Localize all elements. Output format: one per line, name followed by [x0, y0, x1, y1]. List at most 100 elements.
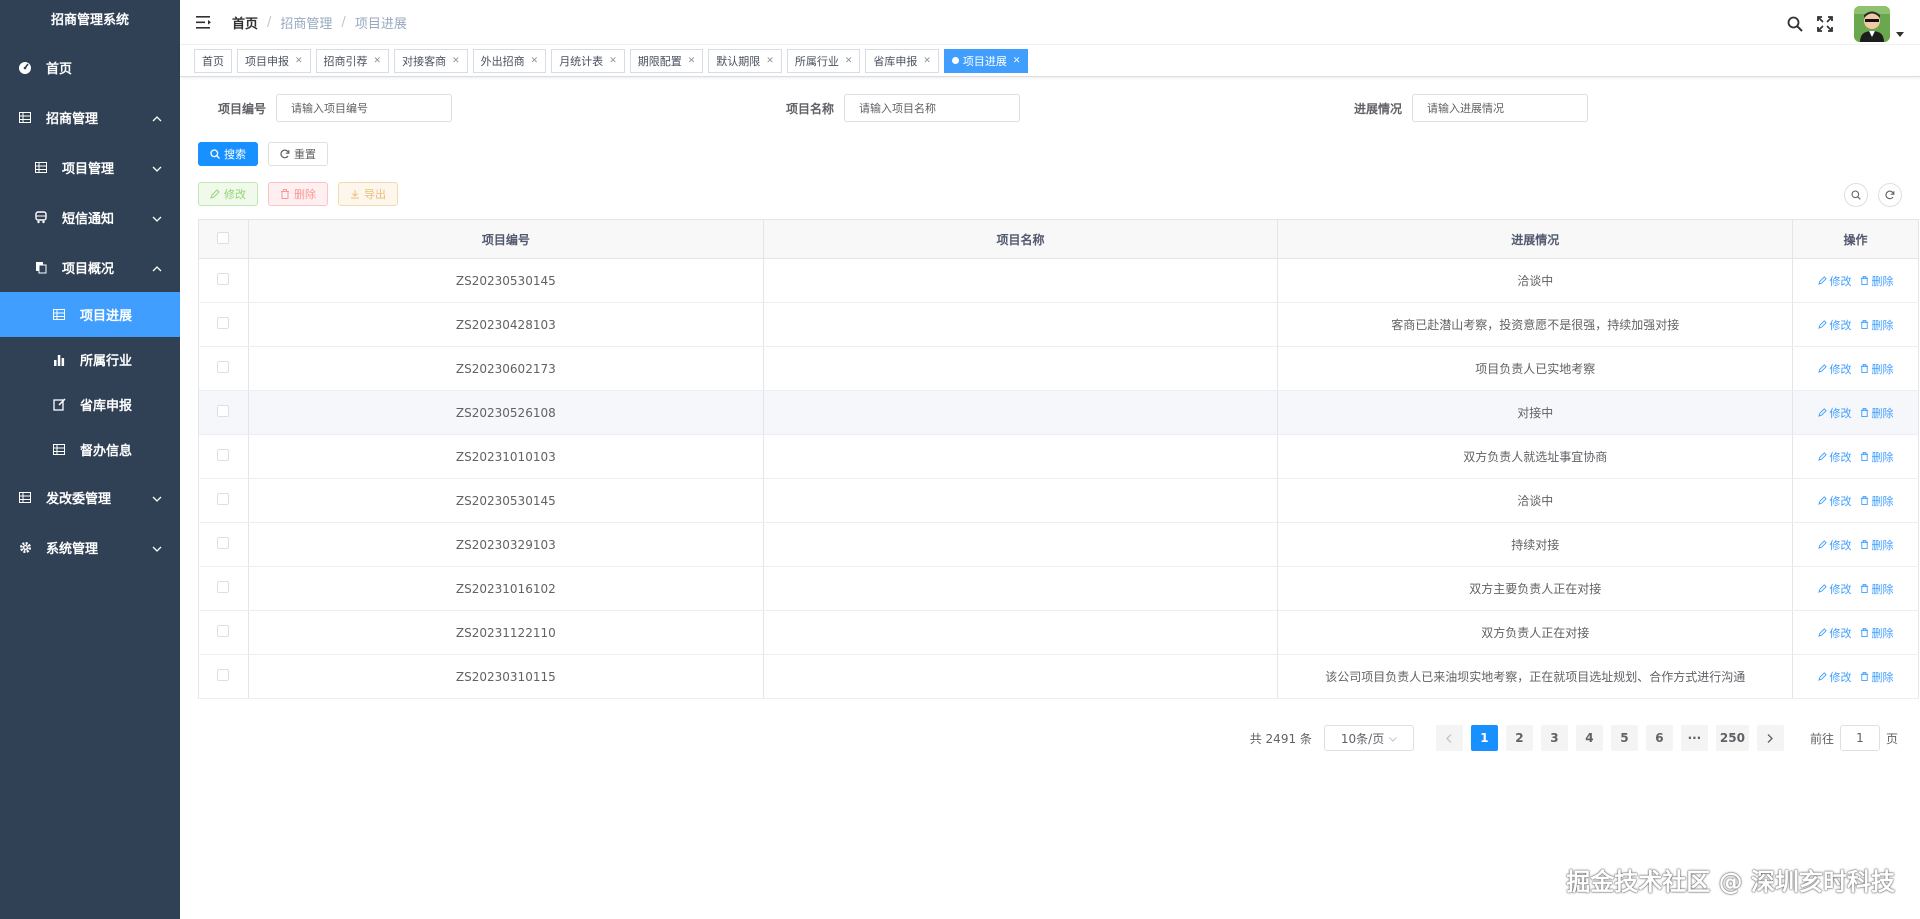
sidebar-item-system[interactable]: 系统管理: [0, 522, 180, 572]
row-edit-button[interactable]: 修改: [1817, 405, 1852, 421]
row-checkbox[interactable]: [217, 625, 230, 637]
sidebar-item-project-manage[interactable]: 项目管理: [0, 142, 180, 192]
row-checkbox[interactable]: [217, 273, 230, 285]
row-delete-button[interactable]: 删除: [1860, 317, 1894, 333]
close-icon[interactable]: ✕: [374, 56, 382, 66]
row-edit-button[interactable]: 修改: [1817, 361, 1852, 377]
row-delete-button[interactable]: 删除: [1860, 361, 1894, 377]
tag-home[interactable]: 首页: [194, 48, 232, 73]
caret-down-icon[interactable]: [1896, 26, 1904, 40]
table-row[interactable]: ZS20231122110 双方负责人正在对接 修改 删除: [198, 610, 1919, 655]
sidebar-item-project-progress[interactable]: 项目进展: [0, 292, 180, 337]
page-button[interactable]: 3: [1540, 725, 1568, 751]
tag-item[interactable]: 期限配置 ✕: [629, 48, 704, 73]
toggle-search-button[interactable]: [1844, 183, 1868, 207]
goto-page-input[interactable]: 1: [1839, 725, 1880, 751]
table-row[interactable]: ZS20230530145 洽谈中 修改 删除: [198, 478, 1919, 523]
row-checkbox[interactable]: [217, 405, 230, 417]
fullscreen-icon[interactable]: [1816, 15, 1834, 33]
breadcrumb-item[interactable]: 招商管理: [280, 13, 332, 32]
row-checkbox[interactable]: [217, 669, 230, 681]
tag-item[interactable]: 省库申报 ✕: [865, 48, 939, 73]
row-delete-button[interactable]: 删除: [1860, 493, 1894, 509]
prev-page-button[interactable]: [1435, 725, 1463, 751]
row-checkbox[interactable]: [217, 581, 230, 593]
tag-item[interactable]: 对接客商 ✕: [394, 48, 468, 73]
tag-item[interactable]: 默认期限 ✕: [708, 48, 782, 73]
table-row[interactable]: ZS20230602173 项目负责人已实地考察 修改 删除: [198, 346, 1919, 391]
sidebar-item-province-declare[interactable]: 省库申报: [0, 382, 180, 427]
reset-button[interactable]: 重置: [268, 142, 328, 166]
row-delete-button[interactable]: 删除: [1860, 405, 1894, 421]
refresh-button[interactable]: [1878, 183, 1902, 207]
page-size-select[interactable]: 10条/页: [1323, 725, 1414, 751]
close-icon[interactable]: ✕: [531, 56, 539, 66]
table-row[interactable]: ZS20231010103 双方负责人就选址事宜协商 修改 删除: [198, 434, 1919, 479]
row-delete-button[interactable]: 删除: [1860, 537, 1894, 553]
row-edit-button[interactable]: 修改: [1817, 669, 1852, 685]
hamburger-icon[interactable]: [196, 15, 212, 29]
table-row[interactable]: ZS20231016102 双方主要负责人正在对接 修改 删除: [198, 566, 1919, 611]
table-row[interactable]: ZS20230329103 持续对接 修改 删除: [198, 522, 1919, 567]
row-checkbox[interactable]: [217, 493, 230, 505]
row-edit-button[interactable]: 修改: [1817, 537, 1852, 553]
page-button[interactable]: 250: [1715, 725, 1749, 751]
row-delete-button[interactable]: 删除: [1860, 581, 1894, 597]
row-delete-button[interactable]: 删除: [1860, 449, 1894, 465]
sidebar-item-home[interactable]: 首页: [0, 42, 180, 92]
sidebar-item-investment[interactable]: 招商管理: [0, 92, 180, 142]
row-edit-button[interactable]: 修改: [1817, 581, 1852, 597]
sidebar-item-sms[interactable]: 短信通知: [0, 192, 180, 242]
close-icon[interactable]: ✕: [295, 56, 303, 66]
page-button[interactable]: 6: [1645, 725, 1673, 751]
project-code-input[interactable]: 请输入项目编号: [276, 94, 452, 122]
tag-item[interactable]: 月统计表 ✕: [551, 48, 625, 73]
breadcrumb-item[interactable]: 首页: [232, 13, 258, 32]
row-edit-button[interactable]: 修改: [1817, 273, 1852, 289]
table-row[interactable]: ZS20230310115 该公司项目负责人已来油坝实地考察，正在就项目选址规划、…: [198, 654, 1919, 699]
delete-button[interactable]: 删除: [268, 182, 328, 206]
edit-button[interactable]: 修改: [198, 182, 258, 206]
row-checkbox[interactable]: [217, 317, 230, 329]
close-icon[interactable]: ✕: [452, 56, 460, 66]
page-button[interactable]: 2: [1505, 725, 1533, 751]
row-delete-button[interactable]: 删除: [1860, 669, 1894, 685]
progress-input[interactable]: 请输入进展情况: [1412, 94, 1588, 122]
row-checkbox[interactable]: [217, 361, 230, 373]
tag-item[interactable]: 所属行业 ✕: [786, 48, 861, 73]
close-icon[interactable]: ✕: [766, 56, 774, 66]
page-button[interactable]: 4: [1575, 725, 1603, 751]
next-page-button[interactable]: [1756, 725, 1784, 751]
sidebar-item-project-overview[interactable]: 项目概况: [0, 242, 180, 292]
close-icon[interactable]: ✕: [609, 56, 617, 66]
more-pages-button[interactable]: ···: [1680, 725, 1708, 751]
row-checkbox[interactable]: [217, 449, 230, 461]
row-checkbox[interactable]: [217, 537, 230, 549]
close-icon[interactable]: ✕: [1013, 56, 1021, 66]
sidebar-item-industry[interactable]: 所属行业: [0, 337, 180, 382]
search-icon[interactable]: [1786, 15, 1804, 33]
select-all-checkbox[interactable]: [217, 231, 230, 244]
tag-item-active[interactable]: 项目进展 ✕: [943, 48, 1029, 73]
sidebar-item-ndrc[interactable]: 发改委管理: [0, 472, 180, 522]
tag-item[interactable]: 项目申报 ✕: [237, 48, 311, 73]
row-edit-button[interactable]: 修改: [1817, 317, 1852, 333]
row-edit-button[interactable]: 修改: [1817, 449, 1852, 465]
search-button[interactable]: 搜索: [198, 142, 258, 166]
sidebar-item-supervise[interactable]: 督办信息: [0, 427, 180, 472]
row-edit-button[interactable]: 修改: [1817, 493, 1852, 509]
export-button[interactable]: 导出: [338, 182, 398, 206]
tag-item[interactable]: 外出招商 ✕: [472, 48, 547, 73]
avatar[interactable]: [1854, 6, 1890, 42]
table-row[interactable]: ZS20230428103 客商已赴潜山考察，投资意愿不是很强，持续加强对接 修改 删…: [198, 302, 1919, 347]
tag-item[interactable]: 招商引荐 ✕: [315, 48, 390, 73]
table-row[interactable]: ZS20230530145 洽谈中 修改 删除: [198, 258, 1919, 303]
row-delete-button[interactable]: 删除: [1860, 625, 1894, 641]
close-icon[interactable]: ✕: [923, 56, 931, 66]
project-name-input[interactable]: 请输入项目名称: [844, 94, 1020, 122]
table-row[interactable]: ZS20230526108 对接中 修改 删除: [198, 390, 1919, 435]
row-delete-button[interactable]: 删除: [1860, 273, 1894, 289]
page-button[interactable]: 1: [1470, 725, 1498, 751]
page-button[interactable]: 5: [1610, 725, 1638, 751]
close-icon[interactable]: ✕: [688, 56, 696, 66]
